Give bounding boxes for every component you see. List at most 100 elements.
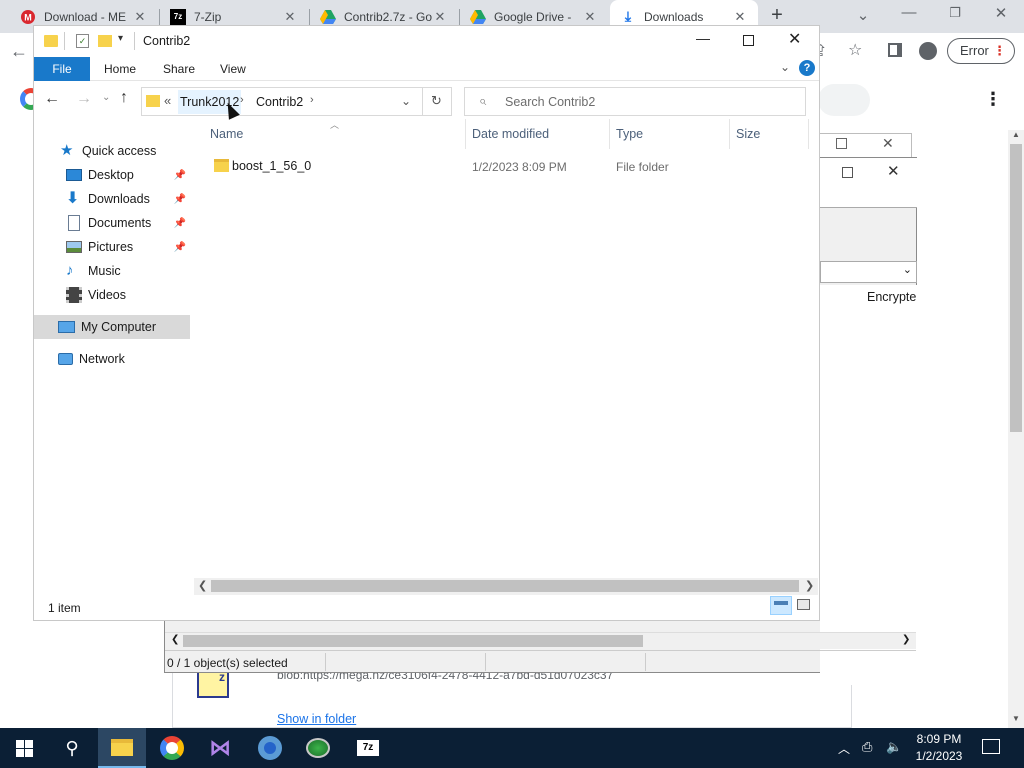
breadcrumb-separator-icon[interactable]: › [310,94,314,106]
close-tab-icon[interactable]: ✕ [732,9,748,25]
recent-locations-icon[interactable]: ⌄ [102,92,110,103]
properties-icon[interactable]: ✓ [76,34,89,48]
scroll-right-icon[interactable]: ❯ [805,579,814,592]
close-icon[interactable]: ✕ [882,135,894,152]
tab-file[interactable]: File [34,57,90,81]
close-tab-icon[interactable]: ✕ [282,9,298,25]
large-icons-view-icon[interactable] [797,599,810,610]
details-view-icon[interactable] [770,596,792,615]
sidebar-item-videos[interactable]: Videos [34,283,190,307]
side-panel-icon[interactable] [888,43,902,57]
chromium-taskbar-icon[interactable] [246,728,294,768]
back-icon[interactable]: ← [10,41,28,62]
sidebar-item-documents[interactable]: Documents 📌 [34,211,190,235]
back-icon[interactable]: ← [44,90,60,108]
dialog-scroll-thumb[interactable] [183,635,643,647]
sidebar-item-music[interactable]: ♪ Music [34,259,190,283]
file-date: 1/2/2023 8:09 PM [472,160,567,174]
close-tab-icon[interactable]: ✕ [432,9,448,25]
folder-icon [214,159,229,172]
clock[interactable]: 8:09 PM 1/2/2023 [910,732,968,763]
search-icon[interactable]: ⚲ [48,728,96,768]
scroll-left-icon[interactable]: ❮ [198,579,207,592]
close-window-icon[interactable]: ✕ [978,4,1024,22]
tab-search-icon[interactable]: ⌄ [840,6,886,24]
address-bar[interactable]: « Trunk2012 › Contrib2 › ⌄ ↻ [141,87,452,116]
tab-title: 7-Zip [194,9,222,24]
sidebar-item-quick-access[interactable]: ★ Quick access [34,139,190,163]
minimize-icon[interactable]: — [886,4,932,21]
notifications-icon[interactable] [982,739,1000,754]
close-tab-icon[interactable]: ✕ [132,9,148,25]
file-list-hscrollbar[interactable]: ❮ ❯ [194,578,818,595]
expand-ribbon-icon[interactable]: ⌄ [780,60,790,74]
search-box[interactable]: ⌕ Search Contrib2 [464,87,806,116]
table-row[interactable]: boost_1_56_0 1/2/2023 8:09 PM File folde… [202,155,802,177]
sidebar-item-downloads[interactable]: ⬇ Downloads 📌 [34,187,190,211]
sidebar-item-my-computer[interactable]: My Computer [34,315,190,339]
7zip-taskbar-icon[interactable]: 7z [344,728,392,768]
dialog-list: Encrypte [820,285,917,685]
google-drive-icon [320,9,336,25]
explorer-statusbar: 1 item [34,594,819,620]
file-explorer-taskbar-icon[interactable] [98,728,146,768]
window-title: Contrib2 [143,34,191,48]
help-icon[interactable]: ? [799,60,815,76]
mega-icon: M [20,9,36,25]
folder-icon [44,35,58,47]
show-in-folder-link[interactable]: Show in folder [277,712,356,726]
bookmark-star-icon[interactable]: ☆ [848,40,862,60]
sidebar-item-pictures[interactable]: Pictures 📌 [34,235,190,259]
close-icon[interactable]: ✕ [788,29,801,49]
profile-error-button[interactable]: Error ⋮ [947,38,1015,64]
search-downloads-box[interactable] [818,84,870,116]
breadcrumb-separator-icon[interactable]: › [240,94,244,106]
overflow-chevron-icon[interactable]: « [164,93,171,108]
close-tab-icon[interactable]: ✕ [582,9,598,25]
minimize-icon[interactable]: — [696,30,710,46]
dialog-titlebar: ✕ [820,158,917,208]
sidebar-item-label: Documents [88,216,152,230]
address-dropdown-icon[interactable]: ⌄ [401,94,411,108]
forward-icon[interactable]: → [76,90,92,108]
breadcrumb-contrib2[interactable]: Contrib2 [256,95,303,109]
sidebar-item-label: Quick access [82,144,157,158]
maximize-icon[interactable] [743,35,754,46]
more-actions-icon[interactable]: ⋮ [984,89,1002,110]
tab-share[interactable]: Share [149,57,209,81]
tab-view[interactable]: View [206,57,260,81]
column-date-modified[interactable]: Date modified [472,127,549,141]
refresh-icon[interactable]: ↻ [431,93,442,109]
page-scroll-thumb[interactable] [1010,144,1022,432]
profile-avatar-icon[interactable] [919,42,937,60]
file-list-scroll-thumb[interactable] [211,580,799,592]
column-name[interactable]: Name [210,127,243,141]
quick-access-toolbar-dropdown-icon[interactable]: ▾ [118,33,123,44]
restore-icon[interactable]: ❐ [932,5,978,21]
star-icon: ★ [60,142,74,159]
tab-home[interactable]: Home [90,57,150,81]
close-icon[interactable]: ✕ [887,162,900,180]
page-scrollbar[interactable]: ▲ ▼ [1008,130,1024,728]
network-tool-icon[interactable] [294,728,342,768]
visual-studio-icon[interactable]: ⋈ [196,728,244,768]
background-window-titlebar: ✕ [819,133,912,159]
dialog-dropdown[interactable]: ⌄ [820,261,917,283]
sidebar-item-desktop[interactable]: Desktop 📌 [34,163,190,187]
new-tab-button[interactable]: + [766,4,788,28]
maximize-icon[interactable] [842,167,853,178]
chrome-taskbar-icon[interactable] [148,728,196,768]
column-type[interactable]: Type [616,127,643,141]
network-status-icon[interactable]: ⎙ [862,739,872,755]
sidebar-item-network[interactable]: Network [34,347,190,371]
show-hidden-icons-icon[interactable]: ︿ [838,740,850,757]
maximize-icon[interactable] [836,138,847,149]
sidebar-item-label: Network [79,352,125,366]
column-size[interactable]: Size [736,127,760,141]
dialog-hscrollbar[interactable]: ❮ ❯ [165,632,916,649]
up-icon[interactable]: ↑ [120,89,128,107]
volume-icon[interactable]: 🔈 [886,739,902,755]
windows-start-icon[interactable] [0,728,48,768]
column-encrypted[interactable]: Encrypte [867,290,916,304]
new-folder-icon[interactable] [98,35,112,47]
